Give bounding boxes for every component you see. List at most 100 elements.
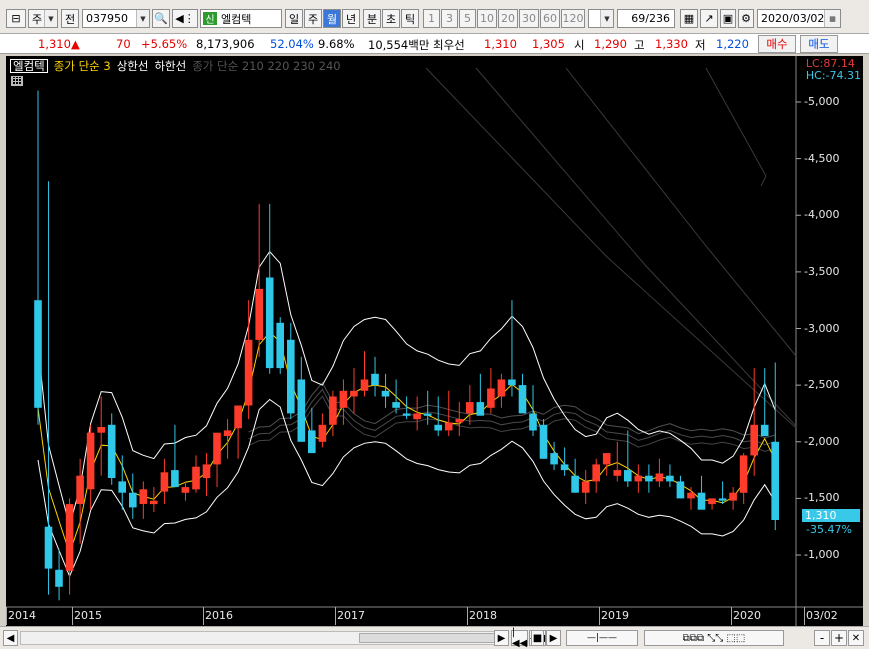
interval-30[interactable]: 30 [519, 9, 539, 28]
candle-body [602, 453, 611, 465]
candle-body [150, 500, 158, 505]
low-label: 저 [695, 38, 706, 52]
candle-body [402, 413, 411, 416]
tab-minute[interactable]: 분 [363, 9, 381, 28]
y-tick-label: -3,500 [804, 264, 840, 278]
candle-body [244, 339, 253, 406]
grid-icon[interactable]: ▦ [680, 9, 698, 28]
candle-body [687, 492, 695, 499]
tab-day[interactable]: 일 [285, 9, 303, 28]
candle-body [413, 413, 421, 420]
tab-tick[interactable]: 틱 [401, 9, 419, 28]
sound-icon[interactable]: ◀⋮ [172, 9, 198, 28]
candle-body [276, 322, 284, 369]
legend-ma3[interactable]: 종가 단순 3 [54, 58, 111, 74]
candle-body [350, 390, 358, 397]
stock-name-field[interactable]: 신 엘컴텍 [200, 9, 282, 28]
long-ma-line [248, 388, 776, 446]
y-tick-label: -4,000 [804, 208, 840, 222]
price-chart[interactable]: 엘컴텍 종가 단순 3 상한선 하한선 종가 단순 210 220 230 24… [6, 56, 863, 626]
legend-long-ma[interactable]: 종가 단순 210 220 230 240 [192, 58, 340, 74]
count-field[interactable]: 69/236 [617, 9, 675, 28]
zoom-in-icon[interactable]: + [831, 630, 847, 646]
candle-body [265, 277, 274, 369]
prev-button[interactable]: 전 [61, 9, 79, 28]
candle-body [476, 402, 485, 416]
candle-body [697, 492, 706, 510]
zoom-slider[interactable]: —|—— [566, 630, 638, 646]
stop-icon[interactable]: ■ [531, 630, 544, 646]
candle-body [729, 492, 737, 501]
candlestick-chart[interactable] [6, 56, 863, 626]
candle-body [444, 422, 453, 431]
candle-body [171, 470, 179, 488]
candle-body [487, 388, 495, 408]
table-view-icon[interactable] [11, 76, 23, 86]
candle-body [339, 390, 348, 408]
x-tick-label: 2014 [8, 609, 36, 622]
chevron-down-icon[interactable]: ▼ [136, 10, 149, 27]
legend-upper-band[interactable]: 상한선 [117, 58, 149, 74]
first-icon[interactable]: |◀◀ [511, 627, 528, 649]
candle-body [508, 379, 516, 386]
x-tick [467, 607, 468, 625]
market-select[interactable]: 주 ▼ [28, 9, 58, 28]
date-field[interactable]: 2020/03/02 ▦ [757, 9, 841, 28]
buy-button[interactable]: 매수 [758, 35, 796, 53]
candle-body [202, 464, 211, 478]
candle-body [308, 430, 316, 454]
candle-body [287, 339, 295, 414]
legend-lower-band[interactable]: 하한선 [154, 58, 186, 74]
tab-month[interactable]: 월 [323, 9, 341, 28]
lower-band-line [37, 398, 776, 578]
x-tick [731, 607, 732, 625]
interval-1[interactable]: 1 [423, 9, 440, 28]
y-tick-label: -2,500 [804, 378, 840, 392]
candle-body [571, 475, 579, 493]
interval-3[interactable]: 3 [441, 9, 458, 28]
calendar-icon[interactable]: ▦ [824, 10, 840, 27]
new-badge: 신 [203, 12, 217, 26]
interval-select[interactable]: ▼ [588, 9, 614, 28]
horizontal-scrollbar[interactable] [20, 631, 506, 645]
market-label: 주 [32, 12, 43, 26]
candle-body [676, 481, 685, 499]
chevron-down-icon[interactable]: ▼ [44, 10, 57, 27]
interval-60[interactable]: 60 [540, 9, 560, 28]
volume-ratio: 52.04% [270, 37, 314, 51]
interval-20[interactable]: 20 [498, 9, 518, 28]
tab-second[interactable]: 초 [382, 9, 400, 28]
tab-year[interactable]: 년 [342, 9, 360, 28]
close-icon[interactable]: ✕ [848, 630, 864, 646]
scroll-left-icon[interactable]: ◀ [3, 630, 18, 646]
interval-5[interactable]: 5 [459, 9, 476, 28]
gear-icon[interactable]: ⚙ [738, 9, 754, 28]
interval-120[interactable]: 120 [561, 9, 585, 28]
chevron-down-icon[interactable]: ▼ [600, 10, 613, 27]
scroll-thumb[interactable] [359, 633, 505, 643]
x-tick-label: 03/02 [806, 609, 838, 622]
zoom-out-icon[interactable]: - [814, 630, 830, 646]
hc-value: HC:-74.31 [805, 69, 861, 82]
candle-body [223, 430, 232, 437]
search-icon[interactable]: 🔍 [152, 9, 170, 28]
scroll-right-icon[interactable]: ▶ [494, 630, 509, 646]
tool-icons[interactable]: ⧉⧉⧉ ⤡⤡ ⬚⬚ [644, 630, 784, 646]
legend-stock-name[interactable]: 엘컴텍 [10, 59, 48, 73]
code-input[interactable]: 037950 ▼ [82, 9, 150, 28]
tab-week[interactable]: 주 [304, 9, 322, 28]
save-icon[interactable]: ▣ [720, 9, 736, 28]
interval-10[interactable]: 10 [477, 9, 497, 28]
candle-body [329, 396, 337, 425]
candle-body [192, 466, 200, 490]
x-tick [203, 607, 204, 625]
sell-button[interactable]: 매도 [800, 35, 838, 53]
layout-icon[interactable]: ⊟ [6, 9, 26, 28]
chart-icon[interactable]: ↗ [700, 9, 718, 28]
candle-body [518, 385, 527, 414]
long-ma-line [565, 67, 797, 357]
high: 1,330 [655, 37, 688, 51]
x-tick-label: 2016 [205, 609, 233, 622]
high-label: 고 [634, 38, 645, 52]
open: 1,290 [594, 37, 627, 51]
